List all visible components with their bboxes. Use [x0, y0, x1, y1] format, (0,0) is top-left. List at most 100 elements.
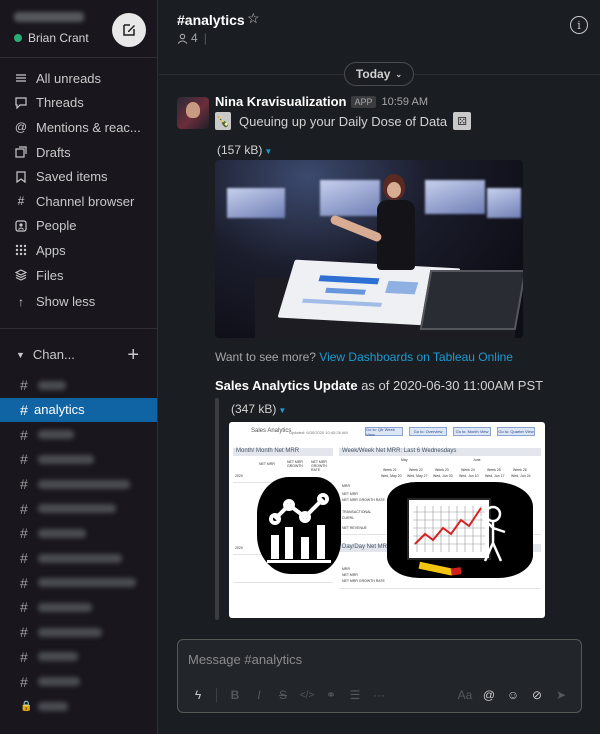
bulleted-list-icon[interactable]: ☰: [343, 686, 367, 704]
channel-item[interactable]: #: [0, 521, 157, 546]
week-label: Week 26: [513, 468, 527, 472]
row-label: MRR: [342, 484, 350, 488]
day-divider-button[interactable]: Today ⌄: [344, 62, 414, 86]
member-count-button[interactable]: 4 |: [177, 31, 207, 45]
drafts-icon: [14, 145, 28, 159]
channel-item-analytics[interactable]: # analytics: [0, 397, 157, 423]
sidebar-item-label: Channel browser: [36, 193, 135, 209]
message-input[interactable]: [188, 650, 568, 668]
hash-icon: #: [20, 377, 28, 394]
sidebar-item-all-unreads[interactable]: All unreads: [0, 66, 157, 91]
channel-item[interactable]: #: [0, 669, 157, 694]
sidebar-item-label: All unreads: [36, 70, 102, 86]
format-toggle-icon[interactable]: Aa: [453, 686, 477, 704]
channel-name: analytics: [34, 402, 85, 418]
avatar[interactable]: [177, 97, 209, 129]
info-icon[interactable]: i: [570, 16, 588, 34]
stage-screen: [320, 180, 380, 216]
star-icon[interactable]: ☆: [247, 10, 260, 27]
apps-icon: [14, 243, 28, 257]
link-icon[interactable]: ⚭: [319, 686, 343, 704]
files-icon: [14, 268, 28, 282]
channel-item[interactable]: #: [0, 620, 157, 645]
sidebar: Brian Crant All unreads Threads @ Mentio…: [0, 0, 158, 734]
channel-item[interactable]: #: [0, 546, 157, 571]
channel-item[interactable]: #: [0, 595, 157, 620]
dashboard-nav-button: Go to: Month View: [453, 427, 491, 436]
row-label: TRANSACTIONAL: [342, 510, 372, 514]
dashboard-image[interactable]: Sales Analytics Updated: 6/30/2020 10:40…: [229, 422, 545, 618]
attached-photo[interactable]: [215, 160, 523, 338]
emoji-icon[interactable]: ☺: [501, 686, 525, 704]
send-icon[interactable]: ➤: [549, 686, 573, 704]
message-text: 🍾 Queuing up your Daily Dose of Data ⚄: [215, 112, 472, 130]
attachment-size-toggle[interactable]: (157 kB) ▼: [217, 143, 272, 157]
date-label: Wed, May 27: [407, 474, 428, 478]
row-label: MRR: [342, 567, 350, 571]
more-formatting-icon[interactable]: ···: [367, 686, 391, 704]
code-icon[interactable]: </>: [295, 686, 319, 704]
hash-icon: #: [20, 451, 28, 468]
current-user[interactable]: Brian Crant: [14, 31, 89, 45]
mention-icon[interactable]: @: [477, 686, 501, 704]
date-label: Wed, Jun 03: [433, 474, 453, 478]
channel-item[interactable]: #: [0, 373, 157, 398]
sidebar-item-apps[interactable]: Apps: [0, 238, 157, 263]
channel-item[interactable]: #: [0, 645, 157, 670]
dashboard-updated: Updated: 6/30/2020 10:40:26 AM: [289, 430, 348, 435]
sidebar-item-threads[interactable]: Threads: [0, 91, 157, 116]
attachment-size-toggle[interactable]: (347 kB) ▼: [231, 402, 286, 416]
channel-item[interactable]: #: [0, 570, 157, 595]
sidebar-item-saved[interactable]: Saved items: [0, 164, 157, 189]
sidebar-item-mentions[interactable]: @ Mentions & reac...: [0, 115, 157, 140]
quote-bar: [215, 398, 219, 620]
week-label: Week 21: [383, 468, 397, 472]
hash-icon: #: [20, 673, 28, 690]
stage-screen: [425, 180, 485, 214]
channel-name-redacted: [38, 528, 86, 538]
workspace-header[interactable]: Brian Crant: [0, 0, 157, 58]
sidebar-item-people[interactable]: People: [0, 214, 157, 239]
strikethrough-icon[interactable]: S: [271, 686, 295, 704]
message-timestamp[interactable]: 10:59 AM: [382, 96, 428, 108]
update-heading: Sales Analytics Update as of 2020-06-30 …: [215, 378, 543, 393]
sender-name[interactable]: Nina Kravisualization: [215, 94, 346, 109]
channel-item[interactable]: #: [0, 472, 157, 497]
member-count: 4: [191, 31, 198, 45]
pencil-icon: [418, 561, 462, 576]
compose-icon: [123, 24, 135, 36]
mentions-icon: @: [14, 120, 28, 135]
channels-section-header[interactable]: ▼ Chan... +: [0, 337, 157, 373]
italic-icon[interactable]: I: [247, 686, 271, 704]
hash-icon: #: [20, 500, 28, 517]
dashboard-title: Sales Analytics: [251, 428, 292, 434]
all-unreads-icon: [14, 71, 28, 85]
bold-icon[interactable]: B: [223, 686, 247, 704]
channel-item[interactable]: #: [0, 422, 157, 447]
channels-section-label: Chan...: [32, 347, 75, 363]
channel-item[interactable]: #: [0, 447, 157, 472]
toolbar-divider: [216, 688, 217, 702]
shortcuts-lightning-icon[interactable]: ϟ: [186, 686, 210, 704]
sidebar-item-files[interactable]: Files: [0, 263, 157, 288]
sidebar-item-label: Apps: [36, 242, 66, 258]
header-divider: |: [203, 31, 207, 45]
hash-icon: #: [20, 624, 28, 641]
row-label: CURRL: [342, 516, 355, 520]
workspace-name-redacted[interactable]: [14, 12, 84, 22]
dashboard-nav-button: Go to: Qtr Week View: [365, 427, 403, 437]
date-label: Wed, Jun 10: [459, 474, 479, 478]
channel-name-redacted: [38, 602, 92, 612]
sidebar-item-channel-browser[interactable]: # Channel browser: [0, 189, 157, 214]
compose-button[interactable]: [112, 13, 146, 47]
channel-title[interactable]: #analytics: [177, 12, 245, 28]
sidebar-item-drafts[interactable]: Drafts: [0, 140, 157, 165]
hash-icon: #: [20, 574, 28, 591]
add-channel-icon[interactable]: +: [127, 344, 139, 367]
tableau-online-link[interactable]: View Dashboards on Tableau Online: [319, 350, 513, 364]
more-prefix: Want to see more?: [215, 350, 320, 364]
channel-item[interactable]: #: [0, 496, 157, 521]
channel-item-private[interactable]: 🔒: [0, 694, 157, 719]
attachment-icon[interactable]: ⊘: [525, 686, 549, 704]
show-less-button[interactable]: ↑ Show less: [0, 289, 157, 314]
